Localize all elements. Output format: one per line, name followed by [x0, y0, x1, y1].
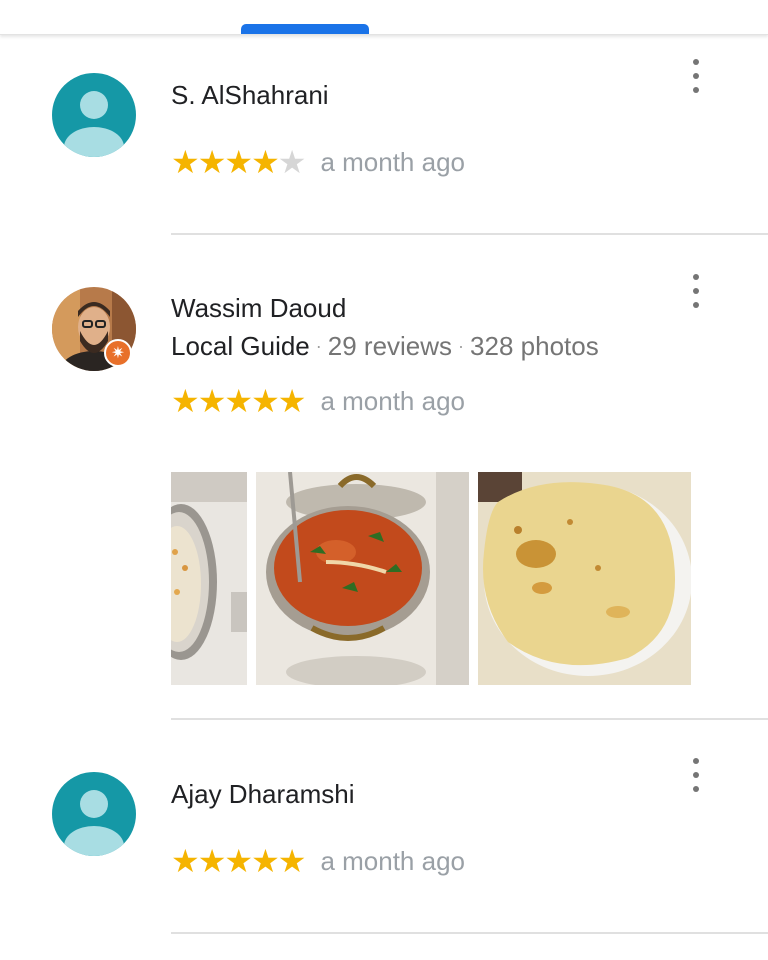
review-photo[interactable] [478, 472, 691, 685]
star-filled-icon: ★ [224, 842, 254, 880]
rating-row: ★★★★★ a month ago [171, 385, 465, 417]
star-rating: ★★★★★ [171, 842, 307, 880]
review-time: a month ago [320, 146, 465, 177]
more-options-icon[interactable] [684, 59, 708, 93]
divider [171, 932, 768, 934]
star-filled-icon: ★ [197, 842, 227, 880]
star-filled-icon: ★ [224, 382, 254, 420]
star-rating: ★★★★★ [171, 143, 307, 181]
review-photo[interactable] [171, 472, 247, 685]
star-filled-icon: ★ [277, 842, 307, 880]
local-guide-badge-icon: ✷ [104, 339, 132, 367]
avatar[interactable] [52, 73, 136, 157]
active-tab-indicator [241, 24, 369, 34]
more-options-icon[interactable] [684, 758, 708, 792]
reviewer-meta: Local Guide · 29 reviews · 328 photos [171, 331, 599, 362]
reviewer-name[interactable]: Ajay Dharamshi [171, 779, 355, 810]
star-filled-icon: ★ [171, 842, 200, 880]
default-avatar-icon [52, 772, 136, 856]
rating-row: ★★★★★ a month ago [171, 845, 465, 877]
tab-bar [0, 0, 768, 35]
star-filled-icon: ★ [277, 382, 307, 420]
avatar[interactable]: ✷ [52, 287, 136, 371]
star-filled-icon: ★ [197, 143, 227, 181]
star-filled-icon: ★ [251, 382, 280, 420]
star-filled-icon: ★ [171, 143, 200, 181]
star-filled-icon: ★ [197, 382, 227, 420]
star-filled-icon: ★ [251, 143, 280, 181]
reviews-count: 29 reviews [327, 331, 453, 361]
divider [171, 718, 768, 720]
review-photo[interactable] [256, 472, 469, 685]
more-options-icon[interactable] [684, 274, 708, 308]
photos-count: 328 photos [470, 331, 599, 361]
star-filled-icon: ★ [251, 842, 280, 880]
star-rating: ★★★★★ [171, 382, 307, 420]
star-filled-icon: ★ [171, 382, 200, 420]
separator: · [458, 336, 465, 356]
star-empty-icon: ★ [277, 143, 307, 181]
review-time: a month ago [320, 385, 465, 416]
rating-row: ★★★★★ a month ago [171, 146, 465, 178]
reviewer-name[interactable]: S. AlShahrani [171, 80, 329, 111]
avatar[interactable] [52, 772, 136, 856]
default-avatar-icon [52, 73, 136, 157]
review-time: a month ago [320, 845, 465, 876]
divider [171, 233, 768, 235]
star-filled-icon: ★ [224, 143, 254, 181]
reviewer-name[interactable]: Wassim Daoud [171, 293, 346, 324]
separator: · [315, 336, 322, 356]
local-guide-label: Local Guide [171, 331, 310, 361]
